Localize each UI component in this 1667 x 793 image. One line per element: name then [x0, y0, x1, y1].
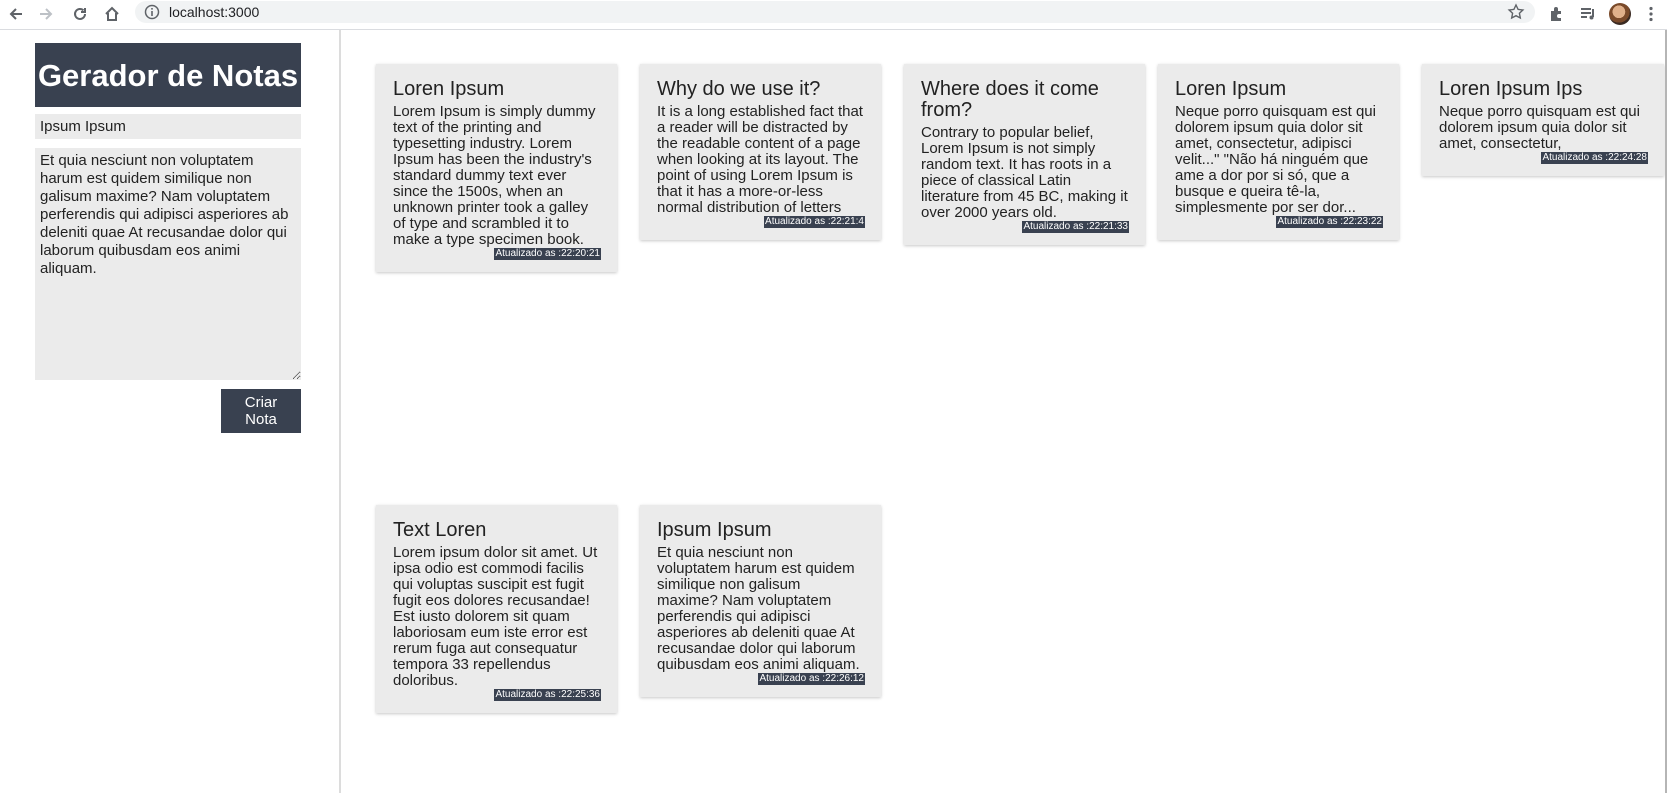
extensions-puzzle-icon[interactable]: [1545, 3, 1567, 25]
note-card: Text Loren Lorem ipsum dolor sit amet. U…: [376, 505, 617, 713]
note-body: Neque porro quisquam est qui dolorem ips…: [1439, 103, 1640, 152]
note-updated-badge: Atualizado as :22:21:4: [764, 216, 865, 228]
forward-arrow-icon[interactable]: [35, 3, 57, 25]
note-card: Ipsum Ipsum Et quia nesciunt non volupta…: [640, 505, 881, 697]
note-updated-badge: Atualizado as :22:24:28: [1541, 152, 1648, 164]
create-note-button[interactable]: Criar Nota: [221, 389, 301, 433]
note-updated-badge: Atualizado as :22:23:22: [1276, 216, 1383, 228]
app-title: Gerador de Notas: [35, 43, 301, 107]
notes-grid: Loren Ipsum Lorem Ipsum is simply dummy …: [341, 30, 1667, 793]
note-updated-badge: Atualizado as :22:21:33: [1022, 221, 1129, 233]
note-body: Neque porro quisquam est qui dolorem ips…: [1175, 103, 1376, 216]
note-title: Loren Ipsum Ips: [1439, 78, 1583, 100]
more-vertical-icon[interactable]: [1640, 3, 1662, 25]
note-body: Contrary to popular belief, Lorem Ipsum …: [921, 124, 1128, 221]
note-card: Why do we use it? It is a long establish…: [640, 64, 881, 240]
note-title: Ipsum Ipsum: [657, 519, 772, 541]
note-title: Where does it come from?: [921, 78, 1099, 121]
note-form-sidebar: Gerador de Notas Et quia nesciunt non vo…: [0, 30, 341, 793]
note-body: Lorem ipsum dolor sit amet. Ut ipsa odio…: [393, 544, 598, 689]
note-title: Loren Ipsum: [393, 78, 505, 100]
note-card: Where does it come from? Contrary to pop…: [904, 64, 1145, 245]
site-info-icon[interactable]: [144, 4, 160, 20]
note-updated-badge: Atualizado as :22:26:12: [758, 673, 865, 685]
note-title: Loren Ipsum: [1175, 78, 1287, 100]
bookmark-star-icon[interactable]: [1507, 3, 1525, 21]
note-updated-badge: Atualizado as :22:25:36: [494, 689, 601, 701]
note-body: Lorem Ipsum is simply dummy text of the …: [393, 103, 596, 248]
media-queue-icon[interactable]: [1577, 3, 1599, 25]
address-bar[interactable]: localhost:3000: [135, 1, 1535, 23]
note-updated-badge: Atualizado as :22:20:21: [494, 248, 601, 260]
note-card: Loren Ipsum Lorem Ipsum is simply dummy …: [376, 64, 617, 272]
url-text[interactable]: localhost:3000: [169, 4, 259, 20]
reload-icon[interactable]: [69, 3, 91, 25]
note-body-textarea[interactable]: Et quia nesciunt non voluptatem harum es…: [35, 148, 301, 380]
note-body: Et quia nesciunt non voluptatem harum es…: [657, 544, 860, 673]
back-arrow-icon[interactable]: [5, 3, 27, 25]
note-title: Text Loren: [393, 519, 487, 541]
note-title: Why do we use it?: [657, 78, 821, 100]
note-title-input[interactable]: [35, 114, 301, 139]
note-body: It is a long established fact that a rea…: [657, 103, 863, 216]
profile-avatar[interactable]: [1609, 3, 1631, 25]
note-card: Loren Ipsum Neque porro quisquam est qui…: [1158, 64, 1399, 240]
home-icon[interactable]: [101, 3, 123, 25]
browser-toolbar: localhost:3000: [0, 0, 1667, 30]
note-card: Loren Ipsum Ips Neque porro quisquam est…: [1422, 64, 1664, 176]
